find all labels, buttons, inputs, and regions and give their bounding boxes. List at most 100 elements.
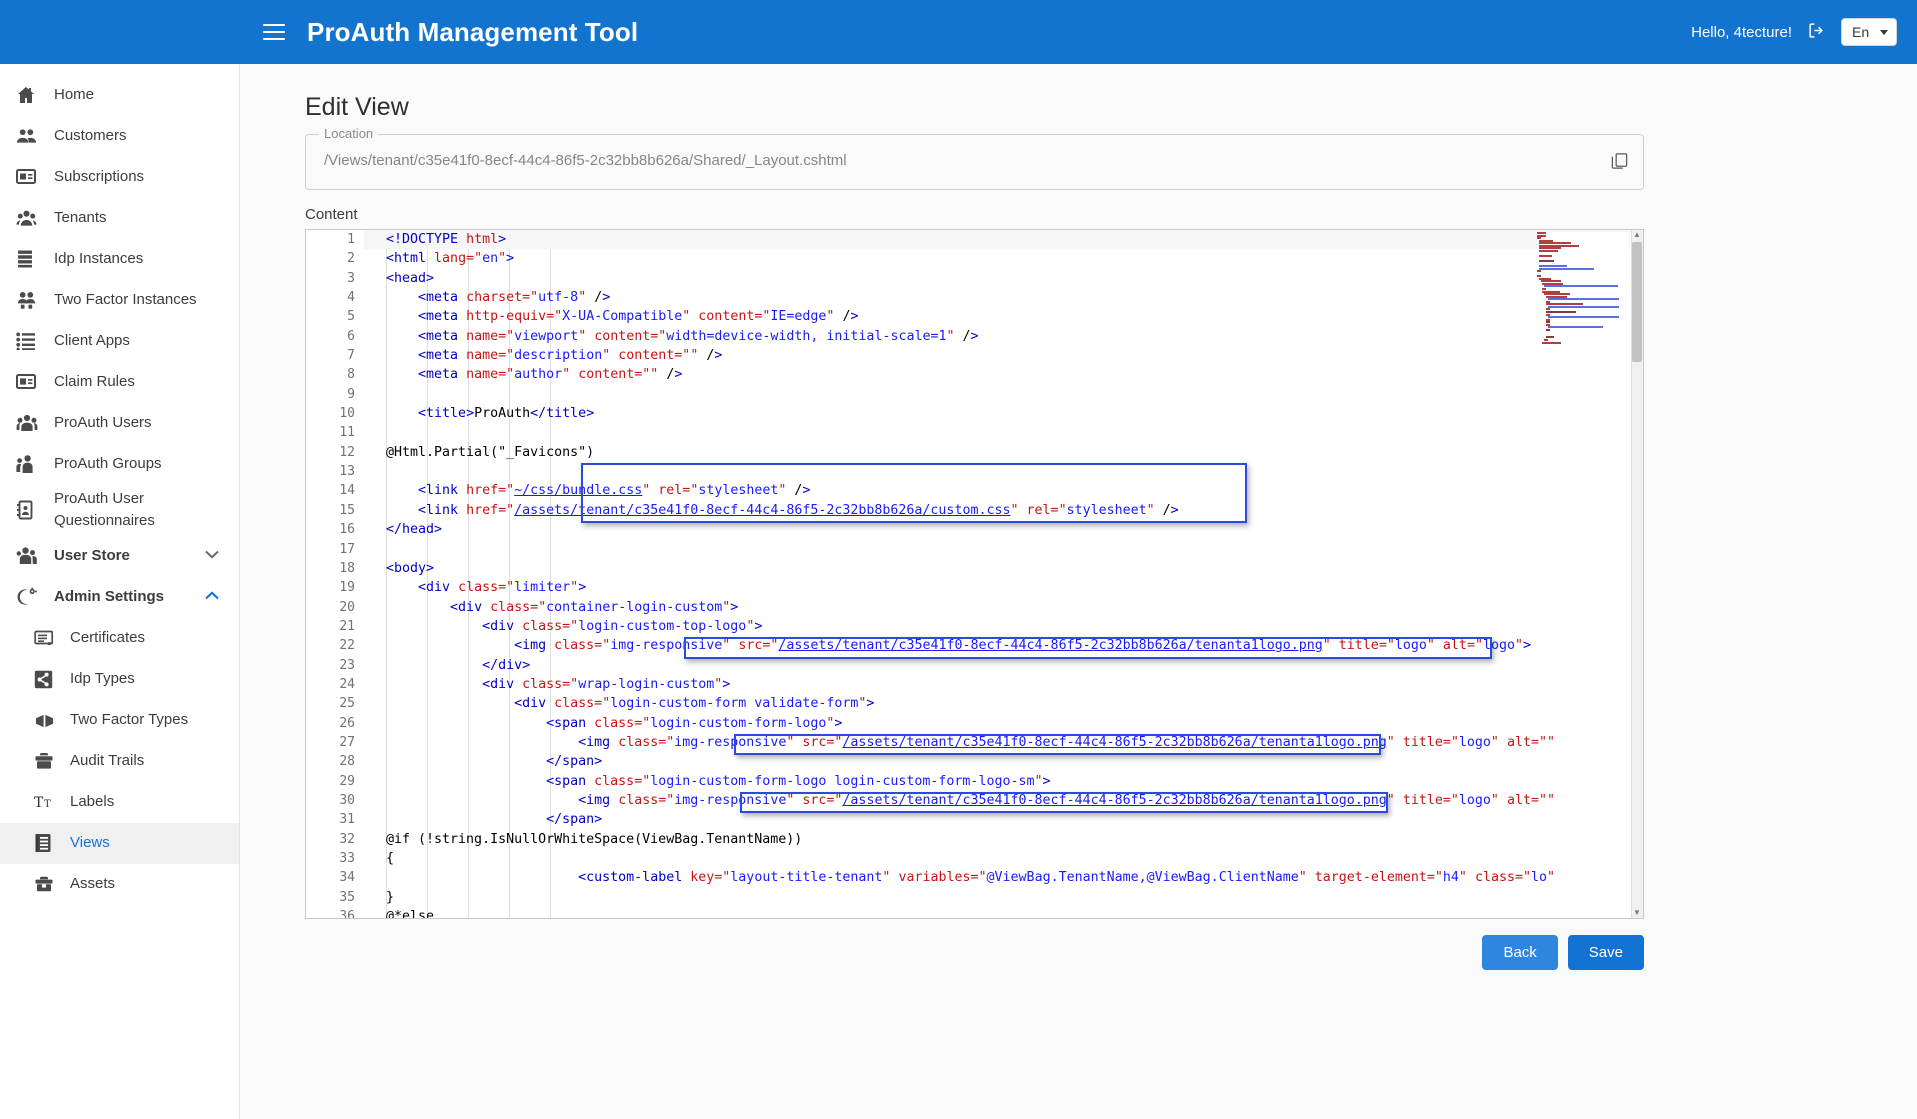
line-number: 25: [306, 694, 364, 713]
user-greeting: Hello, 4tecture!: [1691, 24, 1792, 41]
save-button[interactable]: Save: [1568, 935, 1644, 970]
proauth-users-icon: [16, 411, 46, 435]
code-line[interactable]: <img class="img-responsive" src="/assets…: [364, 791, 1643, 810]
code-line[interactable]: <meta charset="utf-8" />: [364, 288, 1643, 307]
sidebar-item-label: Home: [46, 84, 94, 106]
sidebar-item-certificates[interactable]: Certificates: [0, 618, 239, 659]
scroll-up-arrow[interactable]: ▲: [1632, 230, 1642, 240]
code-line[interactable]: </span>: [364, 752, 1643, 771]
sidebar-item-home[interactable]: Home: [0, 74, 239, 115]
code-line[interactable]: <meta http-equiv="X-UA-Compatible" conte…: [364, 307, 1643, 326]
sidebar-item-proauth-user-questionnaires[interactable]: ProAuth User Questionnaires: [0, 484, 239, 536]
sidebar-item-two-factor-types[interactable]: Two Factor Types: [0, 700, 239, 741]
line-number: 12: [306, 443, 364, 462]
back-button[interactable]: Back: [1482, 935, 1557, 970]
line-number: 27: [306, 733, 364, 752]
sidebar: Home CustomersSubscriptionsTenantsIdp Ins…: [0, 64, 240, 1119]
two-factor-instances-icon: [16, 288, 46, 312]
hamburger-icon[interactable]: [263, 24, 285, 40]
sidebar-item-assets[interactable]: Assets: [0, 864, 239, 905]
line-number: 1: [306, 230, 364, 249]
sidebar-item-tenants[interactable]: Tenants: [0, 197, 239, 238]
code-line[interactable]: <html lang="en">: [364, 249, 1643, 268]
line-number: 24: [306, 675, 364, 694]
sidebar-item-proauth-users[interactable]: ProAuth Users: [0, 402, 239, 443]
minimap-line: [1537, 342, 1629, 344]
sidebar-item-idp-types[interactable]: Idp Types: [0, 659, 239, 700]
header-right-group: Hello, 4tecture! EnDeFrIt: [1691, 18, 1897, 46]
admin-settings-icon: [16, 585, 46, 609]
location-value: /Views/tenant/c35e41f0-8ecf-44c4-86f5-2c…: [324, 152, 847, 169]
code-line[interactable]: <link href="~/css/bundle.css" rel="style…: [364, 481, 1643, 500]
code-line[interactable]: @if (!string.IsNullOrWhiteSpace(ViewBag.…: [364, 830, 1643, 849]
code-line[interactable]: [364, 385, 1643, 404]
copy-icon[interactable]: [1610, 151, 1629, 176]
code-line[interactable]: <body>: [364, 559, 1643, 578]
code-line[interactable]: <div class="limiter">: [364, 578, 1643, 597]
code-line[interactable]: <!DOCTYPE html>: [364, 230, 1643, 249]
line-number: 17: [306, 540, 364, 559]
sidebar-item-admin-settings[interactable]: Admin Settings: [0, 577, 239, 618]
idp-instances-icon: [16, 247, 46, 271]
code-line[interactable]: <custom-label key="layout-title-tenant" …: [364, 868, 1643, 887]
page-title: Edit View: [305, 93, 1837, 122]
sidebar-item-label: Client Apps: [46, 330, 130, 352]
sidebar-item-client-apps[interactable]: Client Apps: [0, 320, 239, 361]
line-number: 32: [306, 830, 364, 849]
sidebar-item-proauth-groups[interactable]: ProAuth Groups: [0, 443, 239, 484]
code-line[interactable]: <link href="/assets/tenant/c35e41f0-8ecf…: [364, 501, 1643, 520]
sidebar-item-claim-rules[interactable]: Claim Rules: [0, 361, 239, 402]
client-apps-icon: [16, 329, 46, 353]
sidebar-item-audit-trails[interactable]: Audit Trails: [0, 741, 239, 782]
code-line[interactable]: <meta name="description" content="" />: [364, 346, 1643, 365]
sidebar-item-user-store[interactable]: User Store: [0, 536, 239, 577]
code-line[interactable]: }: [364, 888, 1643, 907]
code-line[interactable]: <div class="container-login-custom">: [364, 598, 1643, 617]
code-line[interactable]: [364, 540, 1643, 559]
editor-vertical-scrollbar[interactable]: ▲ ▼: [1631, 230, 1643, 918]
sidebar-item-two-factor-instances[interactable]: Two Factor Instances: [0, 279, 239, 320]
code-line[interactable]: <meta name="viewport" content="width=dev…: [364, 327, 1643, 346]
editor-code-area[interactable]: <!DOCTYPE html><html lang="en"><head> <m…: [364, 230, 1643, 918]
sidebar-item-idp-instances[interactable]: Idp Instances: [0, 238, 239, 279]
code-minimap[interactable]: [1537, 232, 1629, 344]
line-number: 2: [306, 249, 364, 268]
logout-icon[interactable]: [1808, 22, 1825, 42]
sidebar-item-label: Audit Trails: [62, 750, 144, 772]
sidebar-item-views[interactable]: Views: [0, 823, 239, 864]
chevron-down-icon[interactable]: [205, 550, 229, 562]
sidebar-item-labels[interactable]: TTLabels: [0, 782, 239, 823]
code-line[interactable]: </head>: [364, 520, 1643, 539]
assets-icon: [34, 872, 62, 896]
sidebar-item-label: ProAuth Users: [46, 412, 152, 434]
code-line[interactable]: <div class="login-custom-form validate-f…: [364, 694, 1643, 713]
location-field[interactable]: Location /Views/tenant/c35e41f0-8ecf-44c…: [305, 134, 1644, 190]
code-line[interactable]: <head>: [364, 269, 1643, 288]
code-line[interactable]: <title>ProAuth</title>: [364, 404, 1643, 423]
code-line[interactable]: [364, 462, 1643, 481]
line-number: 26: [306, 714, 364, 733]
language-select[interactable]: EnDeFrIt: [1841, 18, 1897, 46]
code-line[interactable]: </span>: [364, 810, 1643, 829]
code-editor[interactable]: 1234567891011121314151617181920212223242…: [305, 229, 1644, 919]
content-label: Content: [305, 206, 1837, 223]
sidebar-item-subscriptions[interactable]: Subscriptions: [0, 156, 239, 197]
code-line[interactable]: </div>: [364, 656, 1643, 675]
code-line[interactable]: <div class="login-custom-top-logo">: [364, 617, 1643, 636]
line-number: 7: [306, 346, 364, 365]
code-line[interactable]: {: [364, 849, 1643, 868]
code-line[interactable]: <img class="img-responsive" src="/assets…: [364, 733, 1643, 752]
code-line[interactable]: [364, 423, 1643, 442]
chevron-up-icon[interactable]: [205, 591, 229, 603]
code-line[interactable]: <div class="wrap-login-custom">: [364, 675, 1643, 694]
code-line[interactable]: <span class="login-custom-form-logo">: [364, 714, 1643, 733]
code-line[interactable]: <meta name="author" content="" />: [364, 365, 1643, 384]
editor-scroll-thumb[interactable]: [1632, 242, 1642, 362]
code-line[interactable]: @*else: [364, 907, 1643, 918]
sidebar-item-customers[interactable]: Customers: [0, 115, 239, 156]
code-line[interactable]: <span class="login-custom-form-logo logi…: [364, 772, 1643, 791]
language-select-wrapper[interactable]: EnDeFrIt: [1841, 18, 1897, 46]
code-line[interactable]: <img class="img-responsive" src="/assets…: [364, 636, 1643, 655]
scroll-down-arrow[interactable]: ▼: [1632, 908, 1642, 918]
code-line[interactable]: @Html.Partial("_Favicons"): [364, 443, 1643, 462]
